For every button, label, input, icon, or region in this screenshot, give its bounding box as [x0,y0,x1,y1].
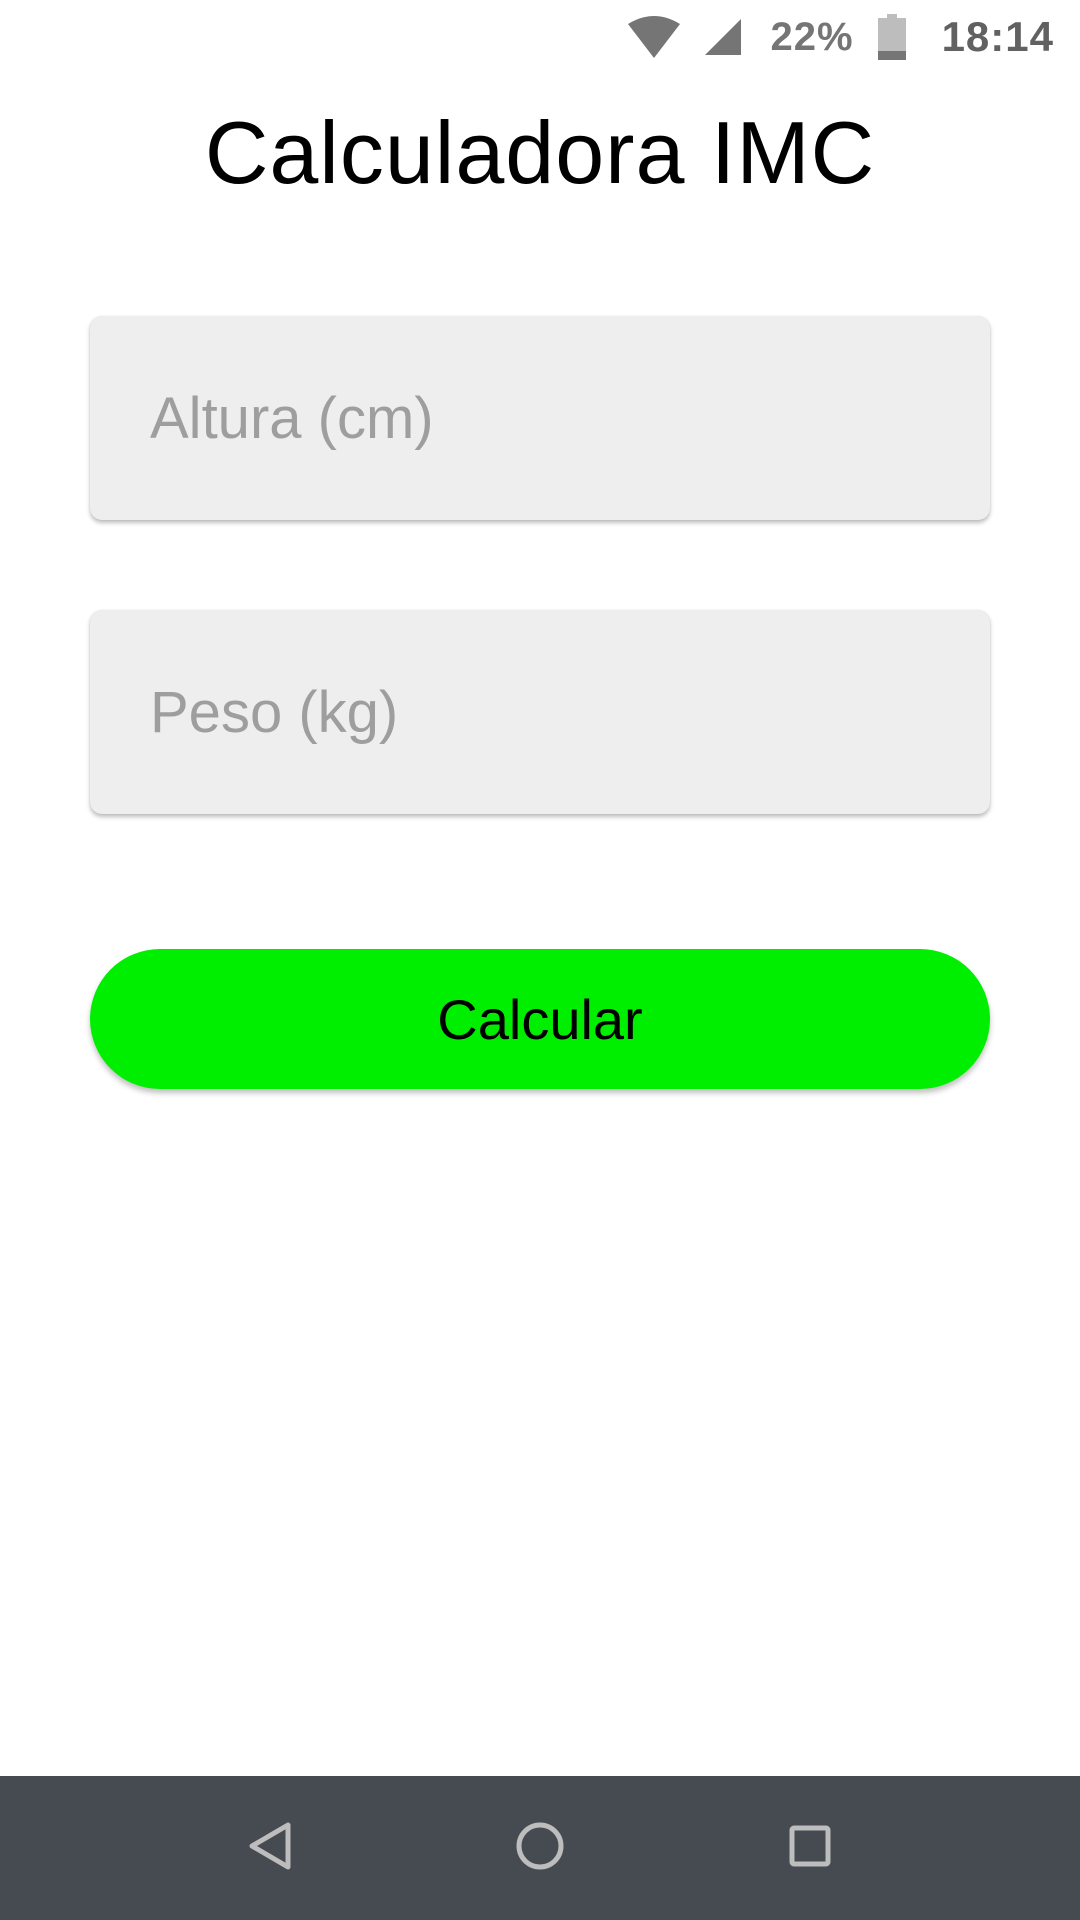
peso-input[interactable] [90,610,990,814]
back-triangle-icon [248,1822,292,1875]
battery-percent: 22% [770,14,854,59]
nav-back-button[interactable] [210,1776,330,1920]
battery-icon [877,14,906,60]
nav-home-button[interactable] [480,1776,600,1920]
navigation-bar [0,1776,1080,1920]
recent-apps-square-icon [789,1825,831,1872]
clock: 18:14 [941,13,1054,60]
altura-input[interactable] [90,316,990,520]
peso-field-container [90,610,990,814]
cell-signal-icon [703,17,743,57]
altura-field-container [90,316,990,520]
wifi-icon [627,16,681,58]
calcular-button-label: Calcular [437,987,643,1051]
home-circle-icon [515,1821,565,1876]
status-bar: 22% 18:14 [0,0,1080,74]
nav-recent-apps-button[interactable] [750,1776,870,1920]
calcular-button[interactable]: Calcular [90,949,990,1089]
app-screen: 22% 18:14 Calculadora IMC Calcular [0,0,1080,1920]
page-title: Calculadora IMC [204,103,876,202]
